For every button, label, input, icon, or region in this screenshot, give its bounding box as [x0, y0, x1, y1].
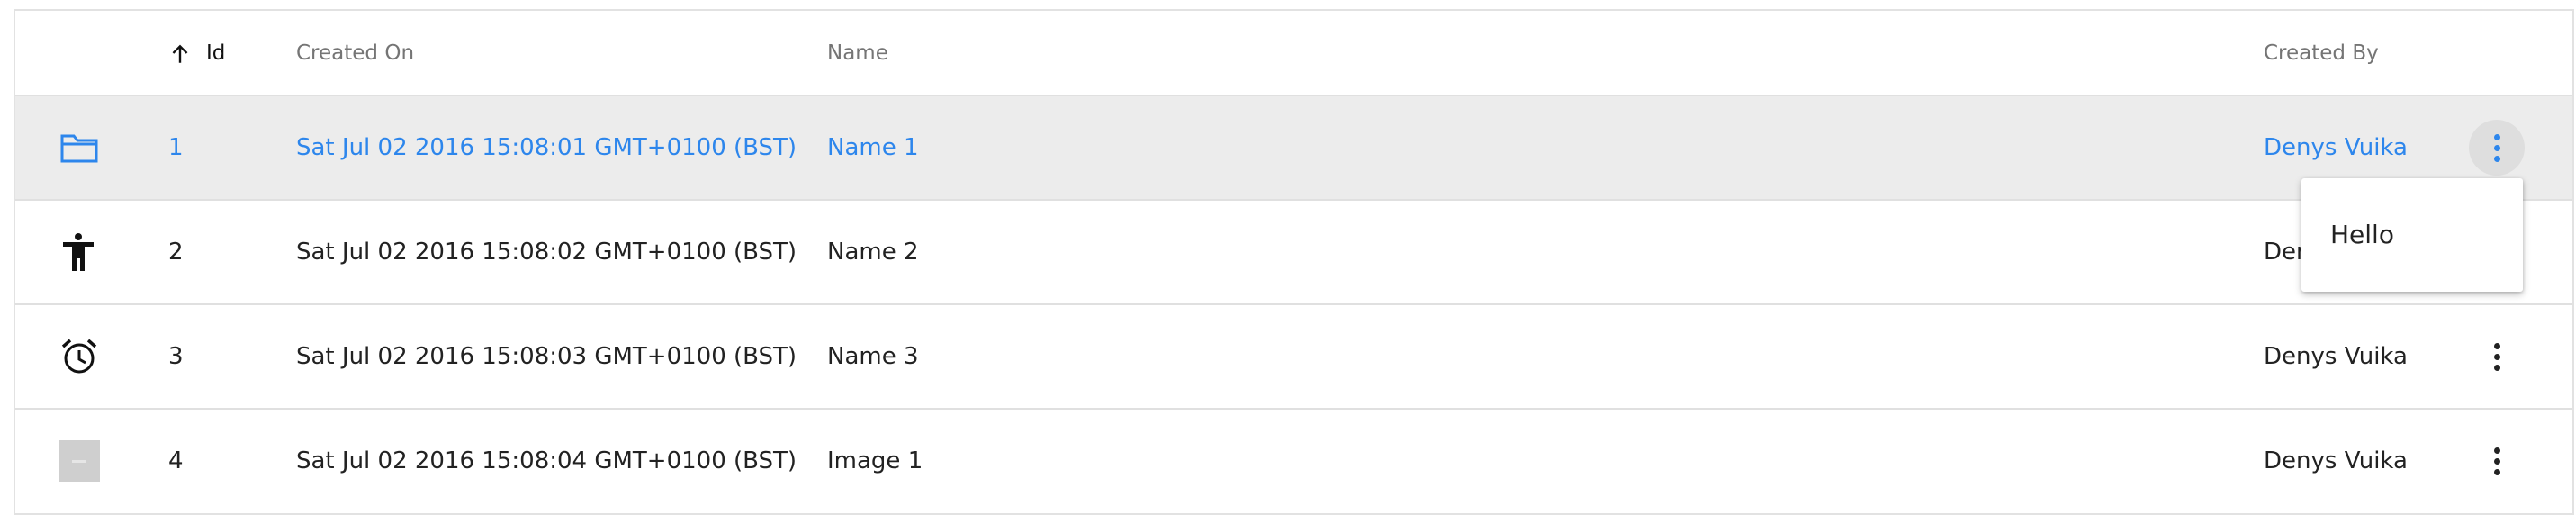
more-vert-icon-dot	[2493, 364, 2500, 371]
cell-id: 2	[168, 239, 184, 266]
cell-name: Name 3	[827, 343, 919, 370]
data-table: Id Created On Name Created By 1 Sat Jul …	[14, 9, 2574, 515]
image-thumbnail-icon	[59, 410, 100, 512]
more-vert-icon	[2493, 133, 2500, 140]
row-actions-button[interactable]	[2469, 120, 2525, 176]
table-row[interactable]: 2 Sat Jul 02 2016 15:08:02 GMT+0100 (BST…	[15, 201, 2572, 305]
cell-created-on: Sat Jul 02 2016 15:08:02 GMT+0100 (BST)	[296, 239, 797, 266]
cell-created-on: Sat Jul 02 2016 15:08:01 GMT+0100 (BST)	[296, 134, 797, 161]
more-vert-icon-dot	[2493, 144, 2500, 151]
cell-created-on: Sat Jul 02 2016 15:08:03 GMT+0100 (BST)	[296, 343, 797, 370]
column-header-created-by[interactable]: Created By	[2264, 11, 2379, 96]
cell-name: Name 2	[827, 239, 919, 266]
cell-created-by: Denys Vuika	[2264, 343, 2408, 370]
table-row[interactable]: 3 Sat Jul 02 2016 15:08:03 GMT+0100 (BST…	[15, 305, 2572, 410]
table-header: Id Created On Name Created By	[15, 11, 2572, 96]
cell-name: Image 1	[827, 447, 923, 474]
cell-id: 4	[168, 447, 184, 474]
alarm-clock-icon	[60, 305, 98, 408]
folder-icon	[60, 96, 98, 199]
column-header-created-on[interactable]: Created On	[296, 11, 414, 96]
cell-id: 1	[168, 134, 184, 161]
cell-id: 3	[168, 343, 184, 370]
cell-name: Name 1	[827, 134, 919, 161]
table-row[interactable]: 4 Sat Jul 02 2016 15:08:04 GMT+0100 (BST…	[15, 410, 2572, 514]
column-header-name[interactable]: Name	[827, 11, 888, 96]
row-actions-button[interactable]	[2469, 433, 2525, 489]
arrow-up-icon	[172, 44, 188, 63]
more-vert-icon-dot	[2493, 353, 2500, 360]
menu-item-hello[interactable]: Hello	[2330, 178, 2394, 292]
column-header-id[interactable]: Id	[168, 11, 225, 96]
more-vert-icon	[2493, 447, 2500, 454]
column-header-id-label: Id	[206, 41, 226, 65]
more-vert-icon-dot	[2493, 457, 2500, 465]
table-row[interactable]: 1 Sat Jul 02 2016 15:08:01 GMT+0100 (BST…	[15, 96, 2572, 201]
cell-created-by: Denys Vuika	[2264, 447, 2408, 474]
cell-created-on: Sat Jul 02 2016 15:08:04 GMT+0100 (BST)	[296, 447, 797, 474]
accessibility-icon	[62, 201, 95, 303]
more-vert-icon-dot	[2493, 468, 2500, 475]
more-vert-icon-dot	[2493, 155, 2500, 162]
row-actions-button[interactable]	[2469, 329, 2525, 384]
more-vert-icon	[2493, 342, 2500, 349]
row-context-menu: Hello	[2301, 178, 2523, 292]
